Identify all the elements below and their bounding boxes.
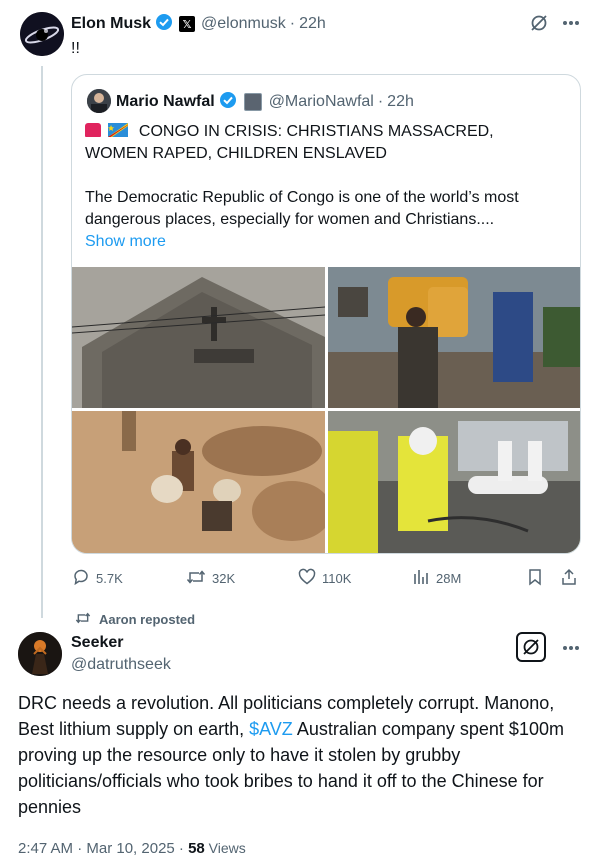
reply-author-name[interactable]: Seeker — [71, 634, 124, 652]
quote-headline: CONGO IN CRISIS: CHRISTIANS MASSACRED, W… — [85, 121, 575, 165]
repost-count: 32K — [212, 570, 236, 586]
repost-banner[interactable]: Aaron reposted — [75, 610, 195, 628]
church-photo[interactable] — [72, 267, 325, 408]
verified-badge-icon — [155, 13, 173, 36]
affiliate-badge-icon — [243, 93, 262, 111]
x-logo-icon: 𝕏 — [179, 16, 196, 32]
seeker-avatar[interactable] — [18, 632, 62, 676]
reply-button[interactable]: 5.7K — [72, 566, 123, 590]
post-timestamp: 2:47 AM · Mar 10, 2025 · 58 Views — [18, 840, 246, 857]
bookmark-icon — [526, 568, 544, 589]
more-options-icon[interactable] — [560, 637, 582, 659]
share-button[interactable] — [560, 566, 578, 590]
verified-badge-icon — [219, 91, 237, 114]
quote-author-handle: @MarioNawfal — [268, 93, 374, 110]
body-line-2: dangerous places, especially for women a… — [85, 211, 495, 228]
quote-header: Mario Nawfal @MarioNawfal · 22h — [116, 91, 414, 113]
repost-icon — [186, 568, 206, 589]
repost-icon — [75, 611, 91, 628]
grok-icon[interactable] — [528, 12, 550, 34]
headline-line-2: WOMEN RAPED, CHILDREN ENSLAVED — [85, 145, 387, 162]
views-label: Views — [204, 840, 246, 856]
post-text: !! — [71, 40, 80, 57]
reply-text: DRC needs a revolution. All politicians … — [18, 690, 583, 820]
reply-icon — [72, 568, 90, 589]
like-count: 110K — [322, 570, 352, 586]
street-photo[interactable] — [328, 267, 580, 408]
quote-time: 22h — [387, 93, 414, 110]
author-handle[interactable]: @elonmusk — [201, 15, 286, 33]
repost-button[interactable]: 32K — [186, 566, 235, 590]
heart-icon — [298, 568, 316, 589]
hazmat-photo[interactable] — [328, 411, 580, 553]
share-icon — [560, 568, 578, 589]
quoted-post[interactable]: Mario Nawfal @MarioNawfal · 22h CONGO IN… — [71, 74, 581, 554]
timestamp-text[interactable]: 2:47 AM · Mar 10, 2025 · — [18, 840, 188, 857]
views-count: 58 — [188, 840, 205, 857]
mine-photo[interactable] — [72, 411, 325, 553]
views-button[interactable]: 28M — [412, 566, 461, 590]
show-more-link[interactable]: Show more — [85, 231, 577, 253]
quote-body: The Democratic Republic of Congo is one … — [85, 187, 577, 253]
elon-avatar[interactable] — [20, 12, 64, 56]
quote-author-name: Mario Nawfal — [116, 93, 215, 110]
like-button[interactable]: 110K — [298, 566, 351, 590]
author-name[interactable]: Elon Musk — [71, 15, 151, 33]
repost-banner-text: Aaron reposted — [99, 611, 196, 627]
siren-icon — [85, 123, 101, 137]
view-count: 28M — [436, 570, 462, 586]
more-options-icon[interactable] — [560, 12, 582, 34]
action-bar: 5.7K 32K 110K 28M — [72, 566, 580, 590]
bookmark-button[interactable] — [526, 566, 544, 590]
analytics-icon — [412, 568, 430, 589]
cashtag-link[interactable]: $AVZ — [249, 719, 293, 739]
reply-count: 5.7K — [96, 570, 123, 586]
post-time[interactable]: 22h — [299, 15, 326, 33]
drc-flag-icon — [108, 122, 129, 137]
grok-icon — [523, 639, 539, 655]
headline-line-1: CONGO IN CRISIS: CHRISTIANS MASSACRED, — [138, 123, 494, 140]
grok-button[interactable] — [516, 632, 546, 662]
thread-line — [41, 66, 43, 618]
post-header: Elon Musk 𝕏 @elonmusk · 22h — [71, 13, 326, 35]
mario-avatar — [87, 89, 111, 113]
body-line-1: The Democratic Republic of Congo is one … — [85, 189, 519, 206]
media-grid — [72, 267, 580, 553]
reply-author-handle[interactable]: @datruthseek — [71, 656, 171, 674]
